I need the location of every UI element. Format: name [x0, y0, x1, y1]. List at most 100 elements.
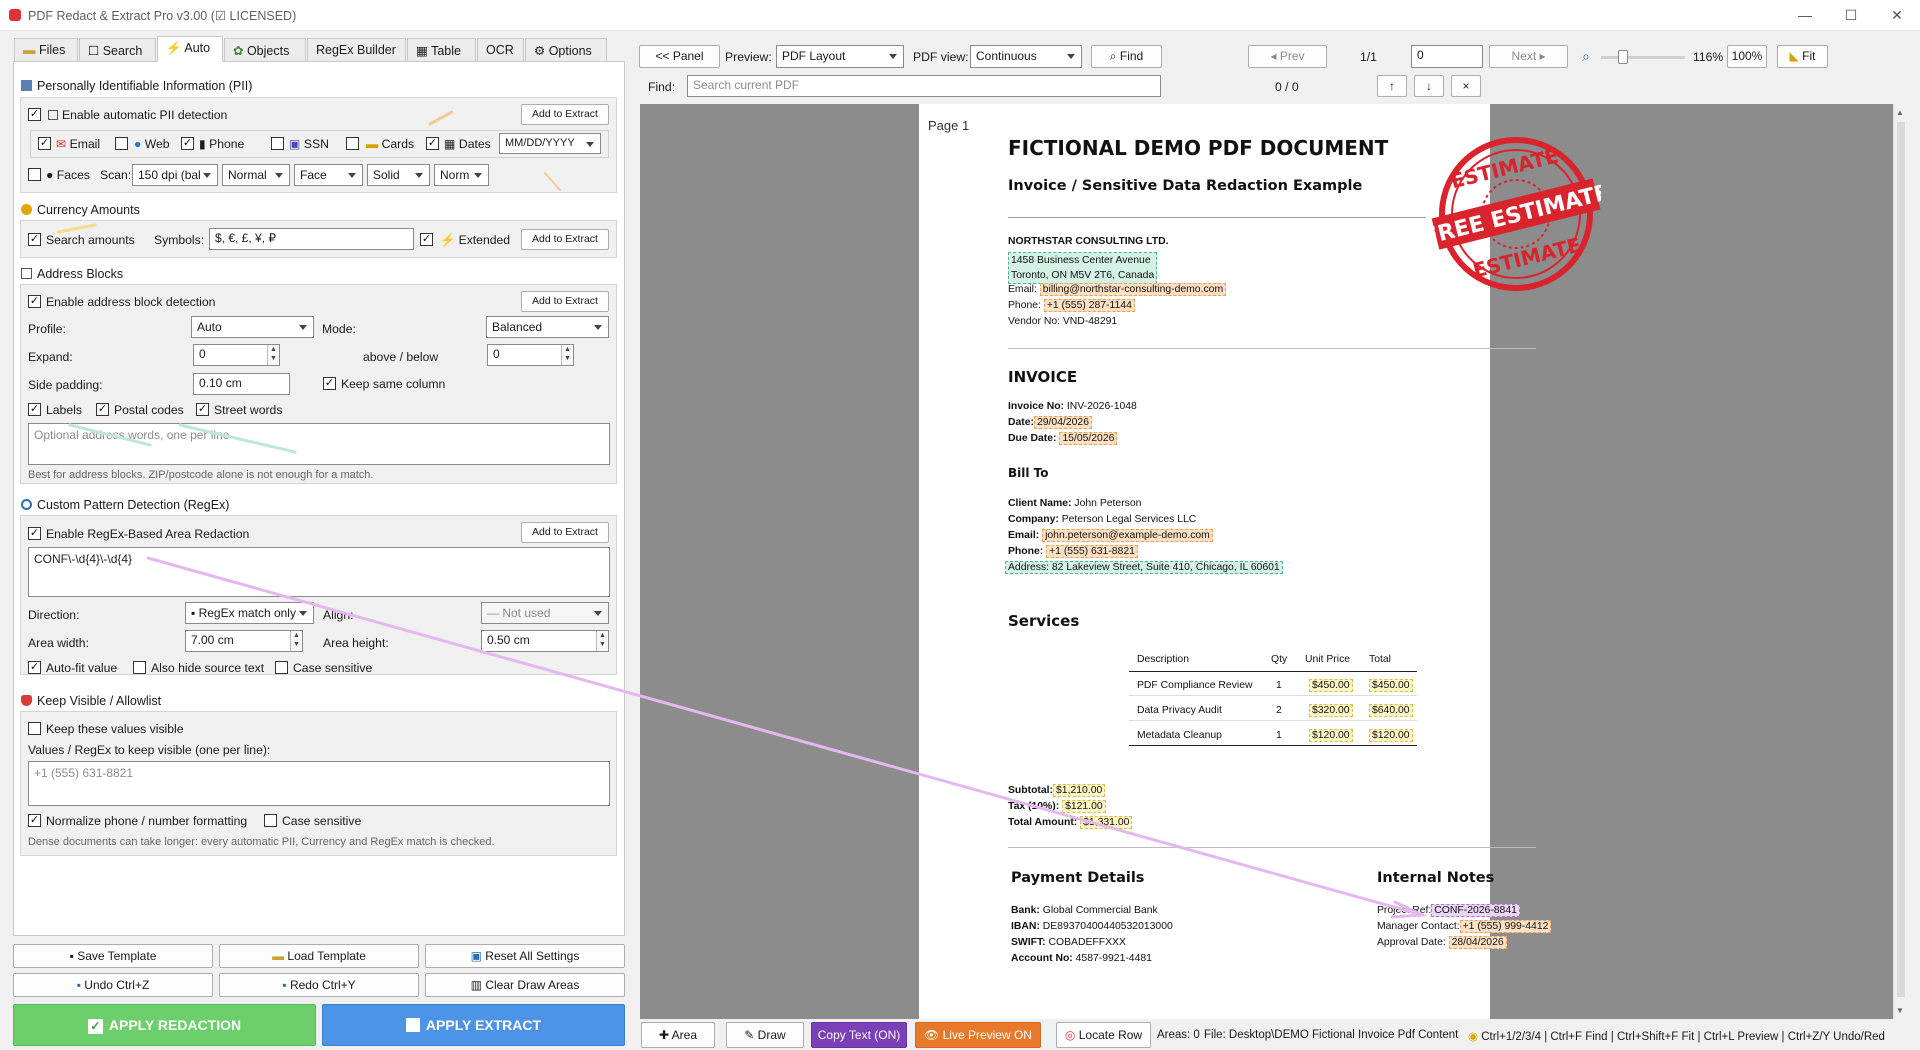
tab-table[interactable]: ▦ Table: [407, 38, 476, 61]
panel-toggle-button[interactable]: << Panel: [639, 45, 720, 68]
ssn-checkbox[interactable]: [271, 137, 284, 150]
hide-source-checkbox[interactable]: [133, 661, 146, 674]
quality-select[interactable]: Normal: [222, 164, 290, 186]
autofit-checkbox[interactable]: ✓: [28, 661, 41, 674]
zoom-slider[interactable]: [1601, 56, 1685, 59]
cards-checkbox[interactable]: [346, 137, 359, 150]
pdf-view-select[interactable]: Continuous: [970, 45, 1082, 68]
tab-auto[interactable]: ⚡ Auto: [157, 36, 223, 62]
dpi-select[interactable]: 150 dpi (bal: [132, 164, 218, 186]
keep-case-checkbox[interactable]: [264, 814, 277, 827]
spinner-arrows-icon[interactable]: ▲ ▼: [267, 345, 279, 365]
draw-tool-button[interactable]: ✎ Draw: [726, 1022, 804, 1048]
fit-button[interactable]: ◣ Fit: [1777, 45, 1828, 68]
web-checkbox[interactable]: [115, 137, 128, 150]
phone-checkbox[interactable]: ✓: [181, 137, 194, 150]
extended-checkbox[interactable]: ✓: [420, 233, 433, 246]
spinner-arrows-icon[interactable]: ▲ ▼: [596, 631, 608, 651]
norm-select[interactable]: Norm: [434, 164, 489, 186]
date-format-select[interactable]: MM/DD/YYYY: [499, 133, 601, 154]
prev-page-button[interactable]: ◂ Prev: [1248, 45, 1327, 68]
expand-spinner[interactable]: 0 ▲ ▼: [193, 344, 280, 366]
payment-heading: Payment Details: [1011, 870, 1145, 886]
vertical-scrollbar[interactable]: ▲ ▼: [1893, 104, 1907, 1019]
preview-select[interactable]: PDF Layout: [776, 45, 904, 68]
tab-search[interactable]: ☐ Search: [79, 38, 156, 61]
normalize-checkbox[interactable]: ✓: [28, 814, 41, 827]
spinner-arrows-icon[interactable]: ▲ ▼: [290, 631, 302, 651]
address-enable-checkbox[interactable]: ✓: [28, 295, 41, 308]
find-input[interactable]: Search current PDF: [687, 75, 1161, 97]
tab-regex-builder[interactable]: RegEx Builder: [307, 38, 406, 61]
mode-select[interactable]: Balanced: [486, 316, 609, 338]
find-down-button[interactable]: ↓: [1414, 75, 1444, 97]
table-row-qty: 1: [1276, 730, 1282, 741]
face-mode-select[interactable]: Face: [294, 164, 363, 186]
side-padding-input[interactable]: 0.10 cm: [193, 373, 290, 395]
area-tool-button[interactable]: ✚ Area: [641, 1022, 715, 1048]
symbols-input[interactable]: $, €, £, ¥, ₽: [209, 228, 414, 250]
redo-button[interactable]: ▪ Redo Ctrl+Y: [219, 973, 419, 997]
save-template-button[interactable]: ▪ Save Template: [13, 944, 213, 968]
pii-add-button[interactable]: Add to Extract: [521, 104, 609, 125]
pdf-page[interactable]: Page 1 FICTIONAL DEMO PDF DOCUMENT Invoi…: [919, 104, 1601, 1019]
keep-values-textarea[interactable]: +1 (555) 631-8821: [28, 761, 610, 806]
spinner-arrows-icon[interactable]: ▲ ▼: [561, 345, 573, 365]
tab-objects[interactable]: ✿ Objects: [224, 38, 306, 61]
tab-files[interactable]: ▬ Files: [14, 38, 78, 61]
currency-search-checkbox[interactable]: ✓: [28, 233, 41, 246]
page-input[interactable]: 0: [1411, 45, 1483, 68]
find-button[interactable]: ⌕ Find: [1091, 45, 1162, 68]
find-clear-button[interactable]: ×: [1451, 75, 1481, 97]
dates-checkbox[interactable]: ✓: [426, 137, 439, 150]
currency-add-button[interactable]: Add to Extract: [521, 229, 609, 250]
keep-column-label: Keep same column: [341, 377, 446, 391]
regex-enable-checkbox[interactable]: ✓: [28, 527, 41, 540]
expand-label: Expand:: [28, 350, 73, 364]
area-height-spinner[interactable]: 0.50 cm ▲ ▼: [481, 630, 609, 652]
apply-extract-button[interactable]: APPLY EXTRACT: [322, 1004, 625, 1046]
col-qty: Qty: [1271, 654, 1288, 665]
keep-values-checkbox[interactable]: [28, 722, 41, 735]
postal-checkbox[interactable]: ✓: [96, 403, 109, 416]
minimize-button[interactable]: —: [1782, 0, 1828, 31]
reset-settings-button[interactable]: ▣ Reset All Settings: [425, 944, 625, 968]
find-up-button[interactable]: ↑: [1377, 75, 1407, 97]
profile-select[interactable]: Auto: [191, 316, 314, 338]
area-width-spinner[interactable]: 7.00 cm ▲ ▼: [185, 630, 303, 652]
approval-date: Approval Date: 28/04/2026: [1377, 936, 1507, 949]
next-page-button[interactable]: Next ▸: [1489, 45, 1568, 68]
tab-ocr[interactable]: OCR: [477, 38, 524, 61]
above-below-spinner[interactable]: 0 ▲ ▼: [487, 344, 574, 366]
labels-checkbox[interactable]: ✓: [28, 403, 41, 416]
mode-label: Mode:: [322, 322, 356, 336]
street-checkbox[interactable]: ✓: [196, 403, 209, 416]
locate-row-button[interactable]: ◎ Locate Row: [1056, 1022, 1151, 1048]
keep-column-checkbox[interactable]: ✓: [323, 377, 336, 390]
regex-pattern-textarea[interactable]: CONF\-\d{4}\-\d{4}: [28, 547, 610, 597]
zoom-slider-thumb[interactable]: [1618, 50, 1628, 64]
phone-option: ▮ Phone: [199, 137, 245, 151]
direction-select[interactable]: ▪ RegEx match only: [185, 602, 314, 624]
copy-text-toggle[interactable]: Copy Text (ON): [811, 1022, 907, 1048]
email-checkbox[interactable]: ✓: [38, 137, 51, 150]
pii-enable-checkbox[interactable]: ✓: [28, 108, 41, 121]
address-hint: Best for address blocks. ZIP/postcode al…: [28, 469, 374, 481]
regex-add-button[interactable]: Add to Extract: [521, 522, 609, 543]
maximize-button[interactable]: ☐: [1828, 0, 1874, 31]
tab-options[interactable]: ⚙ Options: [525, 38, 607, 61]
notes-heading: Internal Notes: [1377, 870, 1495, 886]
faces-checkbox[interactable]: [28, 168, 41, 181]
address-words-textarea[interactable]: Optional address words, one per line: [28, 423, 610, 465]
file-path: File: Desktop\DEMO Fictional Invoice Pdf…: [1204, 1029, 1459, 1041]
close-button[interactable]: ✕: [1874, 0, 1920, 31]
apply-redaction-button[interactable]: ✓ APPLY REDACTION: [13, 1004, 316, 1046]
address-add-button[interactable]: Add to Extract: [521, 291, 609, 312]
regex-case-checkbox[interactable]: [275, 661, 288, 674]
load-template-button[interactable]: ▬ Load Template: [219, 944, 419, 968]
undo-button[interactable]: ▪ Undo Ctrl+Z: [13, 973, 213, 997]
live-preview-toggle[interactable]: 👁 Live Preview ON: [915, 1022, 1041, 1048]
fill-style-select[interactable]: Solid: [367, 164, 430, 186]
clear-draw-button[interactable]: ▥ Clear Draw Areas: [425, 973, 625, 997]
zoom-100-button[interactable]: 100%: [1727, 45, 1767, 68]
